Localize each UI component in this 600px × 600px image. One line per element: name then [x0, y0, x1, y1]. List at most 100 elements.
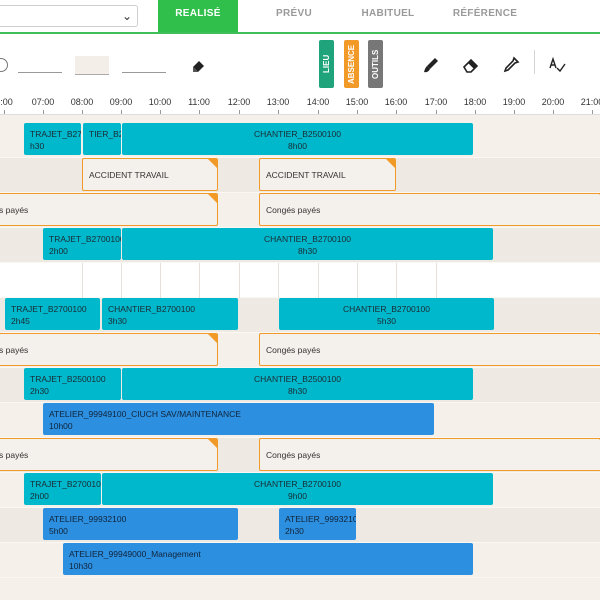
work-event[interactable]: TRAJET_B2700 h30: [24, 123, 81, 155]
tab-reference[interactable]: RÉFÉRENCE: [443, 0, 527, 32]
hour-tick: [4, 110, 5, 114]
schedule-row[interactable]: ACCIDENT TRAVAIL ACCIDENT TRAVAIL: [0, 158, 600, 193]
hour-tick: [553, 110, 554, 114]
spellcheck-icon[interactable]: [548, 56, 566, 74]
empty-slot[interactable]: [396, 263, 437, 298]
schedule-row[interactable]: ATELIER_99949000_Management 10h30: [0, 543, 600, 578]
work-event[interactable]: CHANTIER_B2700100 3h30: [102, 298, 238, 330]
empty-slot[interactable]: [278, 263, 319, 298]
schedule-row[interactable]: TRAJET_B2700100 2h00 CHANTIER_B2700100 9h00: [0, 473, 600, 508]
eyedropper-icon[interactable]: [502, 56, 520, 74]
event-title: s payés: [0, 205, 29, 215]
absence-event[interactable]: Congés payés: [259, 333, 600, 366]
work-event[interactable]: CHANTIER_B2500100 8h00: [122, 123, 473, 155]
schedule-row[interactable]: ATELIER_99932100 5h00 ATELIER_99932100 2h30: [0, 508, 600, 543]
event-title: TRAJET_B2700: [30, 129, 81, 139]
absence-event[interactable]: Congés payés: [259, 193, 600, 226]
work-event[interactable]: CHANTIER_B2700100 8h30: [122, 228, 493, 260]
event-title: Congés payés: [266, 450, 321, 460]
work-event[interactable]: TRAJET_B2700100 2h45: [5, 298, 100, 330]
corner-flag-icon: [208, 159, 217, 168]
schedule-row[interactable]: TRAJET_B2700100 2h45 CHANTIER_B2700100 3h30…: [0, 298, 600, 333]
absence-event[interactable]: s payés: [0, 333, 218, 366]
event-title: ATELIER_99949000_Management: [69, 549, 201, 559]
hour-label: 18:00: [463, 97, 487, 107]
event-title: CHANTIER_B2700100: [254, 479, 341, 489]
work-event[interactable]: CHANTIER_B2500100 8h30: [122, 368, 473, 400]
empty-slot[interactable]: [199, 263, 240, 298]
end-time-field[interactable]: [122, 72, 166, 73]
event-title: CHANTIER_B2700100: [108, 304, 195, 314]
absence-event[interactable]: Congés payés: [259, 438, 600, 471]
tab-lieu[interactable]: LIEU: [319, 40, 334, 88]
corner-flag-icon: [208, 194, 217, 203]
tab-habituel[interactable]: HABITUEL: [348, 0, 428, 32]
absence-event[interactable]: s payés: [0, 193, 218, 226]
corner-flag-icon: [208, 334, 217, 343]
divider: [534, 50, 535, 74]
eraser-fill-icon[interactable]: [190, 56, 208, 74]
event-title: CHANTIER_B2700100: [264, 234, 351, 244]
schedule-row[interactable]: [0, 263, 600, 298]
tab-realise[interactable]: REALISÉ: [158, 0, 238, 32]
work-event[interactable]: ATELIER_99932100 2h30: [279, 508, 356, 540]
color-field[interactable]: [75, 56, 109, 75]
tab-absence[interactable]: ABSENCE: [344, 40, 359, 88]
event-duration: 8h00: [288, 141, 307, 151]
event-title: CHANTIER_B2700100: [343, 304, 430, 314]
event-title: TRAJET_B2700100: [11, 304, 87, 314]
work-event[interactable]: TRAJET_B2700100 2h00: [43, 228, 121, 260]
event-duration: 10h00: [49, 421, 73, 431]
work-event[interactable]: ATELIER_99932100 5h00: [43, 508, 238, 540]
empty-slot[interactable]: [239, 263, 279, 298]
hour-label: 09:00: [109, 97, 133, 107]
hour-label: 15:00: [345, 97, 369, 107]
work-event[interactable]: TRAJET_B2500100 2h30: [24, 368, 121, 400]
absence-event[interactable]: ACCIDENT TRAVAIL: [82, 158, 218, 191]
toolbar: LIEU ABSENCE OUTILS: [0, 34, 600, 95]
absence-event[interactable]: ACCIDENT TRAVAIL: [259, 158, 396, 191]
schedule-row[interactable]: TRAJET_B2700100 2h00 CHANTIER_B2700100 8h30: [0, 228, 600, 263]
start-time-field[interactable]: [18, 72, 62, 73]
work-event[interactable]: CHANTIER_B2700100 5h30: [279, 298, 494, 330]
event-duration: 2h30: [285, 526, 304, 536]
eraser-icon[interactable]: [462, 56, 480, 74]
empty-slot[interactable]: [357, 263, 397, 298]
empty-slot[interactable]: [318, 263, 358, 298]
work-event[interactable]: TIER_B27: [83, 123, 121, 155]
schedule-row[interactable]: TRAJET_B2500100 2h30 CHANTIER_B2500100 8h30: [0, 368, 600, 403]
work-event[interactable]: CHANTIER_B2700100 9h00: [102, 473, 493, 505]
event-duration: 3h30: [108, 316, 127, 326]
empty-slot[interactable]: [43, 263, 83, 298]
event-duration: h30: [30, 141, 45, 151]
work-event[interactable]: ATELIER_99949000_Management 10h30: [63, 543, 473, 575]
event-title: ATELIER_99949100_CIUCH SAV/MAINTENANCE: [49, 409, 241, 419]
hour-label: 20:00: [541, 97, 565, 107]
hour-label: 17:00: [424, 97, 448, 107]
event-duration: 2h45: [11, 316, 30, 326]
schedule-row[interactable]: TRAJET_B2700 h30 TIER_B27CHANTIER_B2500100…: [0, 123, 600, 158]
tab-outils[interactable]: OUTILS: [368, 40, 383, 88]
schedule-row[interactable]: s payés Congés payés: [0, 333, 600, 368]
event-title: s payés: [0, 450, 29, 460]
event-duration: 2h00: [30, 491, 49, 501]
schedule-row[interactable]: ATELIER_99949100_CIUCH SAV/MAINTENANCE 10…: [0, 403, 600, 438]
tab-prevu[interactable]: PRÉVU: [254, 0, 334, 32]
empty-slot[interactable]: [82, 263, 122, 298]
empty-slot[interactable]: [160, 263, 200, 298]
work-event[interactable]: ATELIER_99949100_CIUCH SAV/MAINTENANCE 10…: [43, 403, 434, 435]
absence-event[interactable]: s payés: [0, 438, 218, 471]
event-title: s payés: [0, 345, 29, 355]
schedule-row[interactable]: s payés Congés payés: [0, 193, 600, 228]
hour-label: 16:00: [384, 97, 408, 107]
event-title: TRAJET_B2700100: [49, 234, 121, 244]
circle-icon[interactable]: [0, 58, 8, 72]
schedule-row[interactable]: s payés Congés payés: [0, 438, 600, 473]
resource-select[interactable]: ⌄: [0, 5, 138, 27]
hour-label: 08:00: [70, 97, 94, 107]
work-event[interactable]: TRAJET_B2700100 2h00: [24, 473, 101, 505]
hour-tick: [396, 110, 397, 114]
hour-tick: [475, 110, 476, 114]
brush-icon[interactable]: [422, 56, 440, 74]
empty-slot[interactable]: [121, 263, 161, 298]
